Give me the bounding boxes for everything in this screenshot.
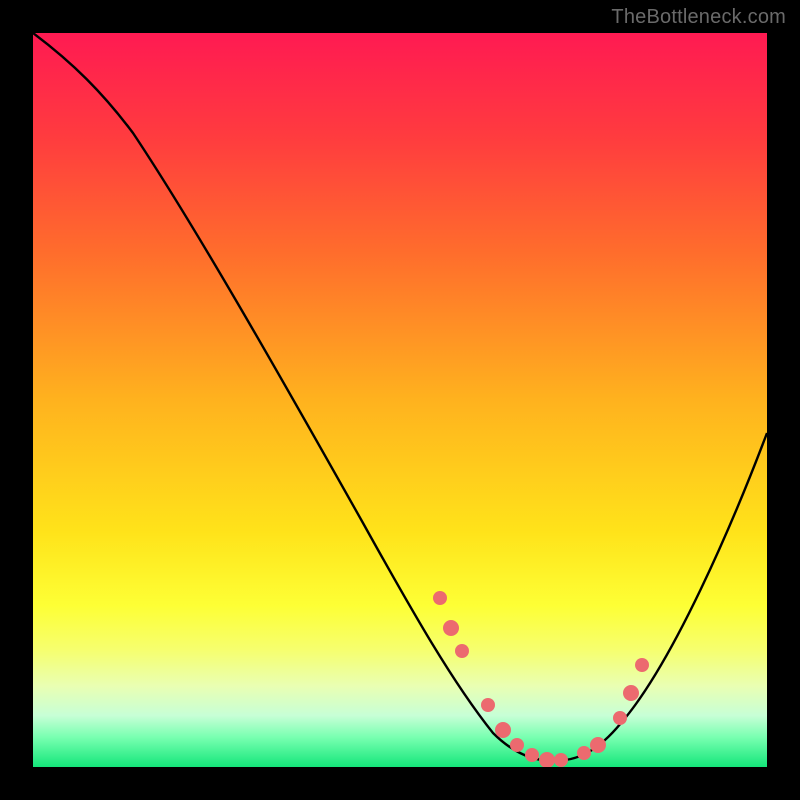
plot-area: [33, 33, 767, 767]
highlight-dot: [577, 746, 591, 760]
watermark-text: TheBottleneck.com: [611, 6, 786, 29]
bottleneck-curve: [33, 33, 767, 761]
highlight-dot: [635, 658, 649, 672]
highlight-dot: [554, 753, 568, 767]
highlight-dot: [495, 722, 511, 738]
highlight-dots-group: [433, 591, 649, 767]
highlight-dot: [481, 698, 495, 712]
highlight-dot: [455, 644, 469, 658]
chart-svg: [33, 33, 767, 767]
highlight-dot: [623, 685, 639, 701]
chart-frame: TheBottleneck.com: [0, 0, 800, 800]
highlight-dot: [433, 591, 447, 605]
highlight-dot: [510, 738, 524, 752]
highlight-dot: [443, 620, 459, 636]
highlight-dot: [590, 737, 606, 753]
highlight-dot: [613, 711, 627, 725]
highlight-dot: [539, 752, 555, 767]
highlight-dot: [525, 748, 539, 762]
